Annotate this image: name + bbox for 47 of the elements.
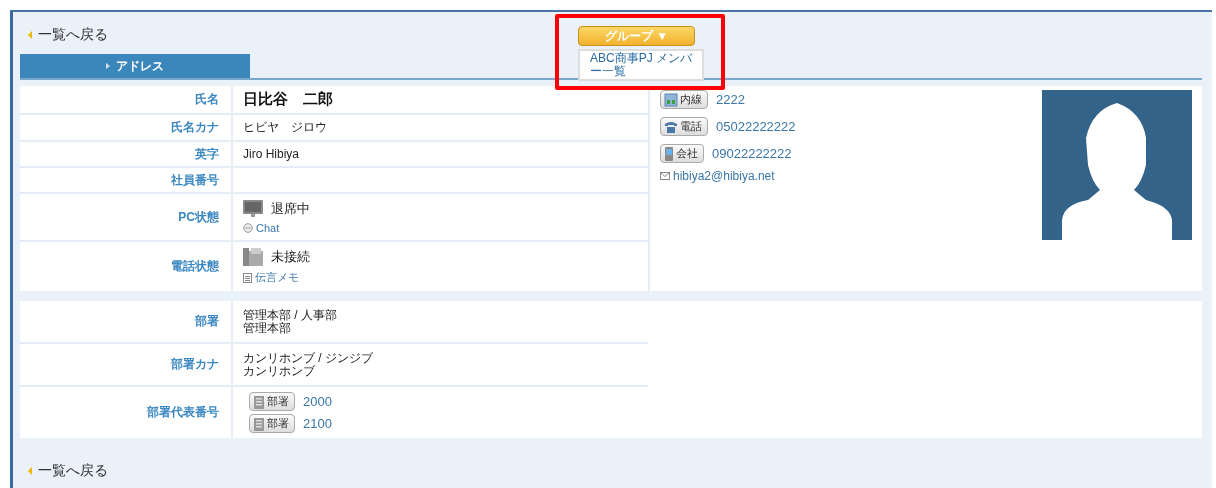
phone-number[interactable]: 2222 xyxy=(716,92,745,107)
memo-icon xyxy=(243,272,252,283)
status-text: 未接続 xyxy=(271,248,310,266)
mobile-phone-icon xyxy=(664,146,674,161)
status-text: 退席中 xyxy=(271,200,310,218)
back-link[interactable]: 一覧へ戻る xyxy=(38,462,108,480)
back-link[interactable]: 一覧へ戻る xyxy=(38,26,108,44)
grid-icon xyxy=(664,92,678,107)
field-label: 電話状態 xyxy=(171,258,219,275)
telephone-icon xyxy=(664,119,678,134)
phone-number[interactable]: 05022222222 xyxy=(716,119,796,134)
status-circle-icon xyxy=(243,223,253,233)
field-label: 部署 xyxy=(195,313,219,330)
field-label: PC状態 xyxy=(178,208,219,226)
dept-tag[interactable]: 部署 xyxy=(249,392,295,411)
field-value: 管理本部 xyxy=(243,321,292,335)
message-memo-link[interactable]: 伝言メモ xyxy=(255,270,299,285)
field-label: 部署代表番号 xyxy=(147,404,219,421)
contact-tag[interactable]: 電話 xyxy=(660,117,708,136)
contact-tag[interactable]: 会社 xyxy=(660,144,704,163)
building-icon xyxy=(253,416,265,431)
triangle-icon xyxy=(28,31,32,39)
person-name: 日比谷 二郎 xyxy=(243,90,334,109)
phone-number[interactable]: 09022222222 xyxy=(712,146,792,161)
envelope-icon xyxy=(660,172,670,180)
desk-phone-icon xyxy=(243,248,263,266)
field-label: 氏名カナ xyxy=(171,119,219,136)
dept-tag[interactable]: 部署 xyxy=(249,414,295,433)
field-value: Jiro Hibiya xyxy=(243,147,300,161)
tab[interactable]: アドレス xyxy=(20,54,250,78)
building-icon xyxy=(253,394,265,409)
field-label: 部署カナ xyxy=(171,356,219,373)
field-value: カンリホンブ xyxy=(243,364,316,378)
chat-link[interactable]: Chat xyxy=(256,222,280,234)
field-label: 氏名 xyxy=(195,91,219,108)
phone-number[interactable]: 2100 xyxy=(303,416,332,431)
monitor-icon xyxy=(243,200,263,218)
phone-number[interactable]: 2000 xyxy=(303,394,332,409)
contact-tag[interactable]: 内線 xyxy=(660,90,708,109)
menu-item[interactable]: ABC商事PJ メンバー一覧 xyxy=(590,52,692,78)
field-value: カンリホンブ / ジンジブ xyxy=(243,351,374,365)
triangle-icon xyxy=(28,467,32,475)
email-link[interactable]: hibiya2@hibiya.net xyxy=(673,169,775,183)
field-value: ヒビヤ ジロウ xyxy=(243,119,328,136)
field-value: 管理本部 / 人事部 xyxy=(243,308,338,322)
field-label: 英字 xyxy=(195,145,219,163)
field-label: 社員番号 xyxy=(171,171,219,189)
